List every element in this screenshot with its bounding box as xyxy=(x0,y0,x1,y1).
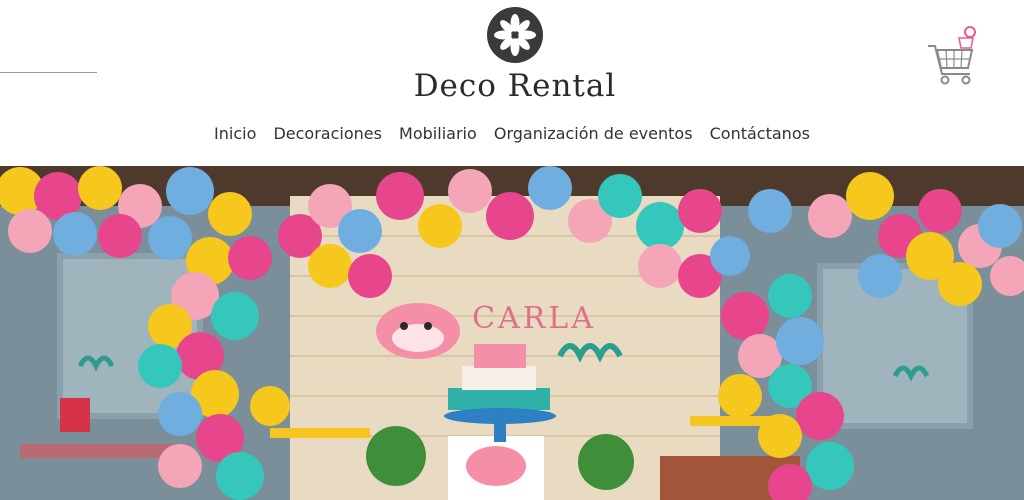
hero-image: CARLA xyxy=(0,166,1024,500)
banner-name: CARLA xyxy=(472,301,596,336)
nav-item-organizacion-de-eventos[interactable]: Organización de eventos xyxy=(494,124,693,143)
nav-item-inicio[interactable]: Inicio xyxy=(214,124,256,143)
nav-item-decoraciones[interactable]: Decoraciones xyxy=(273,124,381,143)
main-nav: Inicio Decoraciones Mobiliario Organizac… xyxy=(0,124,1024,143)
decorative-rule xyxy=(0,72,97,73)
party-decoration-photo: CARLA xyxy=(0,166,1024,500)
site-header: Deco Rental Inicio Decoraciones Mobiliar… xyxy=(0,0,1024,166)
brand-name[interactable]: Deco Rental xyxy=(360,66,670,106)
nav-item-contactanos[interactable]: Contáctanos xyxy=(710,124,810,143)
shark-cutout-center xyxy=(448,436,544,500)
nav-item-mobiliario[interactable]: Mobiliario xyxy=(399,124,477,143)
shopping-cart-icon[interactable] xyxy=(926,24,978,86)
shark-cutout-left xyxy=(376,303,460,359)
flower-logo-icon[interactable] xyxy=(486,6,544,64)
